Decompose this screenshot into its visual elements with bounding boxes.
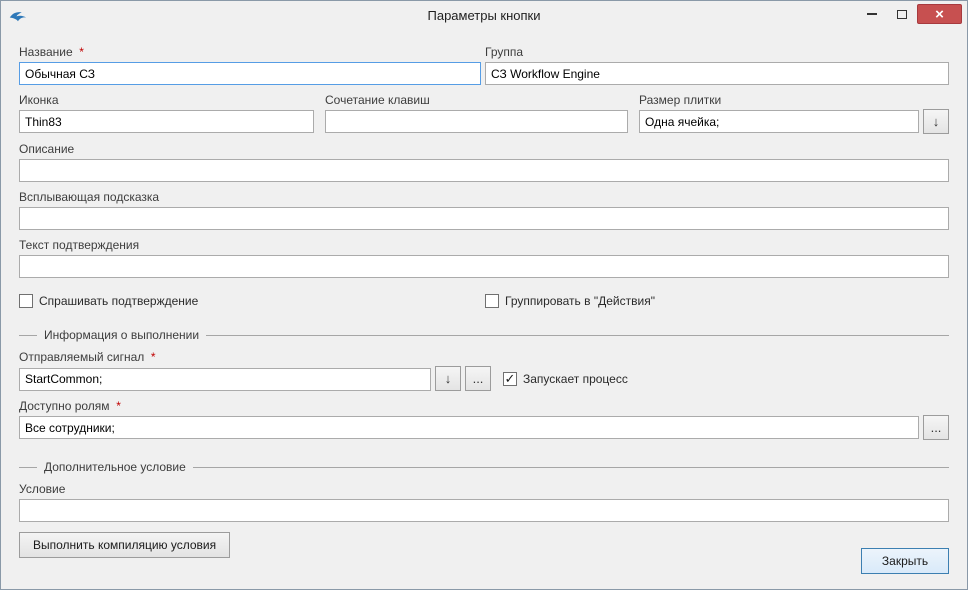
- close-button[interactable]: ×: [917, 4, 962, 24]
- dropdown-arrow-icon: ↓: [445, 371, 452, 386]
- group-in-actions-label: Группировать в "Действия": [505, 294, 655, 308]
- group-label: Группа: [485, 45, 949, 59]
- ask-confirmation-label: Спрашивать подтверждение: [39, 294, 198, 308]
- tile-size-label: Размер плитки: [639, 93, 949, 107]
- starts-process-label: Запускает процесс: [523, 372, 628, 386]
- required-mark: *: [116, 399, 121, 413]
- icon-label: Иконка: [19, 93, 314, 107]
- condition-input[interactable]: [19, 499, 949, 522]
- tile-size-input[interactable]: [639, 110, 919, 133]
- section-execution-info: Информация о выполнении: [19, 328, 949, 342]
- close-icon: ×: [935, 6, 944, 23]
- maximize-icon: [897, 10, 907, 19]
- tooltip-label: Всплывающая подсказка: [19, 190, 949, 204]
- dialog-window: Параметры кнопки × Название * Группа: [0, 0, 968, 590]
- window-controls: ×: [857, 4, 962, 24]
- name-input[interactable]: [19, 62, 481, 85]
- signal-input[interactable]: [19, 368, 431, 391]
- window-title: Параметры кнопки: [1, 8, 967, 23]
- description-label: Описание: [19, 142, 949, 156]
- required-mark: *: [151, 350, 156, 364]
- shortcut-input[interactable]: [325, 110, 628, 133]
- starts-process-checkbox[interactable]: ✓ Запускает процесс: [503, 372, 628, 386]
- shortcut-label: Сочетание клавиш: [325, 93, 628, 107]
- roles-input[interactable]: [19, 416, 919, 439]
- section-divider-line: [206, 335, 949, 336]
- condition-label: Условие: [19, 482, 949, 496]
- compile-condition-button[interactable]: Выполнить компиляцию условия: [19, 532, 230, 558]
- confirmation-text-label: Текст подтверждения: [19, 238, 949, 252]
- group-input[interactable]: [485, 62, 949, 85]
- section-divider-line: [193, 467, 949, 468]
- checkbox-box: ✓: [485, 294, 499, 308]
- check-icon: ✓: [505, 372, 516, 385]
- ellipsis-icon: ...: [473, 371, 484, 386]
- description-input[interactable]: [19, 159, 949, 182]
- group-in-actions-checkbox[interactable]: ✓ Группировать в "Действия": [485, 294, 949, 308]
- tooltip-input[interactable]: [19, 207, 949, 230]
- minimize-icon: [867, 13, 877, 15]
- ellipsis-icon: ...: [931, 420, 942, 435]
- title-bar[interactable]: Параметры кнопки ×: [1, 1, 967, 31]
- close-dialog-button[interactable]: Закрыть: [861, 548, 949, 574]
- signal-dropdown-button[interactable]: ↓: [435, 366, 461, 391]
- roles-ellipsis-button[interactable]: ...: [923, 415, 949, 440]
- minimize-button[interactable]: [857, 4, 886, 24]
- dialog-footer: Закрыть: [861, 548, 949, 574]
- section-additional-condition: Дополнительное условие: [19, 460, 949, 474]
- signal-ellipsis-button[interactable]: ...: [465, 366, 491, 391]
- signal-label: Отправляемый сигнал *: [19, 350, 949, 364]
- icon-input[interactable]: [19, 110, 314, 133]
- tile-size-dropdown-button[interactable]: ↓: [923, 109, 949, 134]
- roles-label: Доступно ролям *: [19, 399, 949, 413]
- name-label: Название *: [19, 45, 481, 59]
- maximize-button[interactable]: [887, 4, 916, 24]
- checkbox-box: ✓: [503, 372, 517, 386]
- checkbox-box: ✓: [19, 294, 33, 308]
- dropdown-arrow-icon: ↓: [933, 114, 940, 129]
- confirmation-text-input[interactable]: [19, 255, 949, 278]
- form-content: Название * Группа Иконка Сочетание клави…: [1, 31, 967, 558]
- required-mark: *: [79, 45, 84, 59]
- ask-confirmation-checkbox[interactable]: ✓ Спрашивать подтверждение: [19, 294, 485, 308]
